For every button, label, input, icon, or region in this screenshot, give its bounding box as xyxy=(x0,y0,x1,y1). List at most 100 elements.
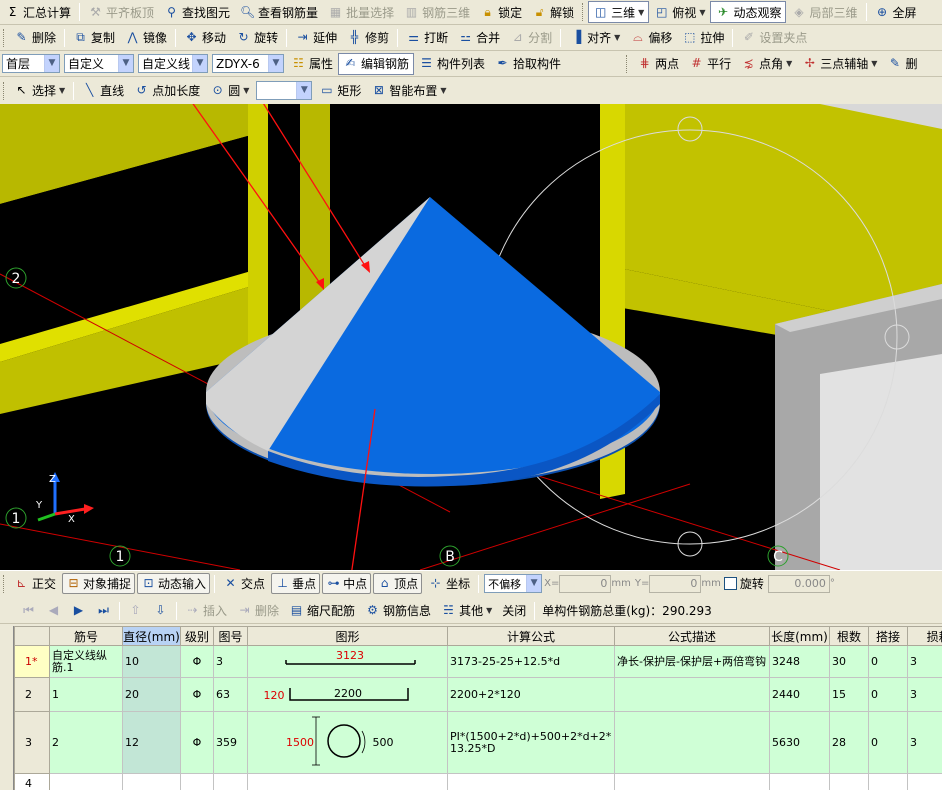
col-header-lap[interactable]: 搭接 xyxy=(868,626,908,646)
row-index[interactable]: 4 xyxy=(14,773,50,790)
cell-formula[interactable] xyxy=(447,773,615,790)
edit-rebar-button[interactable]: ✍ 编辑钢筋 xyxy=(338,52,415,75)
offset-mode-select[interactable]: 不偏移 ▼ xyxy=(484,574,543,593)
smart-layout-button[interactable]: ⊠ 智能布置 ▼ xyxy=(366,80,451,102)
col-header-formula[interactable]: 计算公式 xyxy=(447,626,615,646)
rotate-input[interactable]: 0.000 xyxy=(767,574,830,593)
row-index[interactable]: 1* xyxy=(14,645,50,678)
row-index[interactable]: 2 xyxy=(14,677,50,712)
unlock-button[interactable]: 🔓︎ 解锁 xyxy=(527,1,579,23)
move-up-button[interactable]: ⇧ xyxy=(123,600,148,622)
cell-figure[interactable]: 3 xyxy=(213,645,248,678)
top-view-button[interactable]: ◰ 俯视 ▼ xyxy=(649,1,710,23)
ortho-button[interactable]: ⊾ 正交 xyxy=(9,573,61,595)
scale-rebar-button[interactable]: ▤ 缩尺配筋 xyxy=(284,600,360,622)
rectangle-button[interactable]: ▭ 矩形 xyxy=(314,80,366,102)
circle-button[interactable]: ⊙ 圆 ▼ xyxy=(205,80,254,102)
cell-shape[interactable]: 3123 xyxy=(247,645,448,678)
cell-figure[interactable]: 359 xyxy=(213,711,248,774)
category-select[interactable]: 自定义 ▼ xyxy=(64,54,134,73)
cell-count[interactable]: 30 xyxy=(829,645,869,678)
cell-lap[interactable]: 0 xyxy=(868,677,908,712)
cell-description[interactable] xyxy=(614,677,770,712)
line-button[interactable]: ╲ 直线 xyxy=(77,80,129,102)
floor-select[interactable]: 首层 ▼ xyxy=(2,54,60,73)
intersection-snap-button[interactable]: ✕ 交点 xyxy=(218,573,270,595)
cell-figure[interactable] xyxy=(213,773,248,790)
fullscreen-button[interactable]: ⊕ 全屏 xyxy=(870,1,922,23)
cell-loss[interactable]: 3 xyxy=(907,645,942,678)
dynamic-input-toggle[interactable]: ⊡ 动态输入 xyxy=(137,573,211,594)
cell-length[interactable]: 2440 xyxy=(769,677,830,712)
cell-shape[interactable] xyxy=(247,773,448,790)
view-3d-button[interactable]: ◫ 三维 ▼ xyxy=(588,1,650,23)
table-row[interactable]: 4 xyxy=(14,773,942,790)
table-row[interactable]: 1* 自定义线纵筋.1 10 Φ 3 3123 3173-25-25+12.5*… xyxy=(14,645,942,678)
col-header-name[interactable]: 筋号 xyxy=(49,626,123,646)
col-header-description[interactable]: 公式描述 xyxy=(614,626,770,646)
point-add-length-button[interactable]: ↺ 点加长度 xyxy=(129,80,205,102)
parallel-button[interactable]: # 平行 xyxy=(684,53,736,75)
next-record-button[interactable]: ▶ xyxy=(66,600,91,622)
coordinate-snap-button[interactable]: ⊹ 坐标 xyxy=(423,573,475,595)
cell-lap[interactable]: 0 xyxy=(868,711,908,774)
y-input[interactable]: 0 xyxy=(649,574,702,593)
rebar-info-button[interactable]: ⚙ 钢筋信息 xyxy=(360,600,436,622)
last-record-button[interactable]: ⏭ xyxy=(91,600,116,622)
other-menu-button[interactable]: ☵ 其他 ▼ xyxy=(436,600,497,622)
col-header-shape[interactable]: 图形 xyxy=(247,626,448,646)
batch-select-button[interactable]: ▦ 批量选择 xyxy=(323,1,399,23)
table-row[interactable]: 3 2 12 Φ 359 1500 500 PI*(1500+2*d)+500+… xyxy=(14,711,942,774)
cell-shape[interactable]: 2200 120 xyxy=(247,677,448,712)
cell-diameter[interactable]: 12 xyxy=(122,711,181,774)
cell-grade[interactable]: Φ xyxy=(180,677,214,712)
col-header-grade[interactable]: 级别 xyxy=(180,626,214,646)
break-button[interactable]: ⚌ 打断 xyxy=(401,27,453,49)
cell-count[interactable]: 28 xyxy=(829,711,869,774)
cell-lap[interactable] xyxy=(868,773,908,790)
local-3d-button[interactable]: ◈ 局部三维 xyxy=(786,1,862,23)
cell-diameter[interactable]: 20 xyxy=(122,677,181,712)
delete-button[interactable]: ✎ 删除 xyxy=(9,27,61,49)
cell-formula[interactable]: PI*(1500+2*d)+500+2*d+2*13.25*D xyxy=(447,711,615,774)
perpendicular-snap-button[interactable]: ⊥ 垂点 xyxy=(271,573,321,594)
object-snap-toggle[interactable]: ⊟ 对象捕捉 xyxy=(62,573,136,594)
cell-count[interactable]: 15 xyxy=(829,677,869,712)
row-index[interactable]: 3 xyxy=(14,711,50,774)
col-header-figure[interactable]: 图号 xyxy=(213,626,248,646)
set-grip-button[interactable]: ✐ 设置夹点 xyxy=(736,27,812,49)
cell-formula[interactable]: 2200+2*120 xyxy=(447,677,615,712)
col-header-loss[interactable]: 损耗( xyxy=(907,626,942,646)
3d-viewport[interactable]: 2 1 1 B C Z Y X xyxy=(0,104,942,570)
cell-grade[interactable]: Φ xyxy=(180,711,214,774)
dynamic-observe-button[interactable]: ✈ 动态观察 xyxy=(710,1,787,23)
merge-button[interactable]: ⚍ 合并 xyxy=(453,27,505,49)
rotate-button[interactable]: ↻ 旋转 xyxy=(231,27,283,49)
table-row[interactable]: 2 1 20 Φ 63 2200 120 2200+2*120 2440 15 … xyxy=(14,677,942,712)
component-list-button[interactable]: ☰ 构件列表 xyxy=(414,53,490,75)
cell-description[interactable] xyxy=(614,711,770,774)
pick-component-button[interactable]: ✒ 拾取构件 xyxy=(490,53,566,75)
delete-axis-button[interactable]: ✎ 删 xyxy=(882,53,922,75)
select-button[interactable]: ↖ 选择 ▼ xyxy=(9,80,70,102)
rotate-checkbox[interactable] xyxy=(723,577,737,590)
delete-row-button[interactable]: ⇥ 删除 xyxy=(232,600,284,622)
find-element-button[interactable]: ⚲ 查找图元 xyxy=(159,1,235,23)
vertex-snap-button[interactable]: ⌂ 顶点 xyxy=(373,573,423,594)
midpoint-snap-button[interactable]: ⊶ 中点 xyxy=(322,573,372,594)
two-points-button[interactable]: ⋕ 两点 xyxy=(632,53,684,75)
prev-record-button[interactable]: ◀ xyxy=(41,600,66,622)
properties-button[interactable]: ☷ 属性 xyxy=(286,53,338,75)
type-select[interactable]: 自定义线 ▼ xyxy=(138,54,208,73)
cell-description[interactable] xyxy=(614,773,770,790)
extend-button[interactable]: ⇥ 延伸 xyxy=(290,27,342,49)
cell-length[interactable]: 3248 xyxy=(769,645,830,678)
split-button[interactable]: ⊿ 分割 xyxy=(505,27,557,49)
cell-diameter[interactable]: 10 xyxy=(122,645,181,678)
cell-grade[interactable]: Φ xyxy=(180,645,214,678)
view-rebar-qty-button[interactable]: 🔍︎ 查看钢筋量 xyxy=(235,1,323,23)
trim-button[interactable]: ╬ 修剪 xyxy=(342,27,394,49)
cell-grade[interactable] xyxy=(180,773,214,790)
first-record-button[interactable]: ⏮ xyxy=(16,600,41,622)
rebar-3d-button[interactable]: ▥ 钢筋三维 xyxy=(399,1,475,23)
